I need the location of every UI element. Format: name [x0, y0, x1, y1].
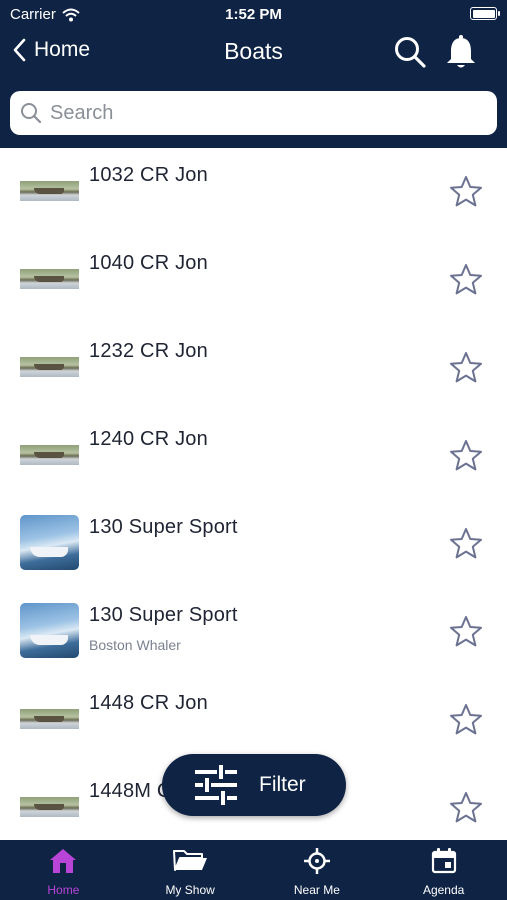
crosshair-icon — [303, 848, 330, 874]
sliders-icon — [195, 765, 237, 805]
favorite-star-icon[interactable] — [449, 263, 483, 297]
filter-button[interactable]: Filter — [162, 754, 346, 816]
search-input[interactable] — [50, 101, 470, 125]
boat-thumbnail — [20, 181, 79, 201]
tab-agenda[interactable]: Agenda — [380, 840, 507, 900]
boat-thumbnail — [20, 515, 79, 570]
boat-name: 1448M C — [89, 780, 172, 802]
list-item[interactable]: 1232 CR Jon — [0, 324, 507, 412]
home-icon — [50, 849, 77, 873]
chevron-left-icon — [13, 38, 26, 62]
clock: 1:52 PM — [225, 6, 282, 23]
calendar-icon — [431, 848, 456, 874]
favorite-star-icon[interactable] — [449, 439, 483, 473]
boat-name: 1040 CR Jon — [89, 252, 208, 274]
favorite-star-icon[interactable] — [449, 791, 483, 825]
back-label: Home — [34, 38, 91, 61]
favorite-star-icon[interactable] — [449, 351, 483, 385]
list-item[interactable]: 1040 CR Jon — [0, 236, 507, 324]
list-item[interactable]: 1032 CR Jon — [0, 148, 507, 236]
favorite-star-icon[interactable] — [449, 175, 483, 209]
tab-my-show[interactable]: My Show — [127, 840, 254, 900]
folder-icon — [173, 850, 208, 871]
boat-brand: Boston Whaler — [89, 637, 181, 653]
favorite-star-icon[interactable] — [449, 703, 483, 737]
boat-thumbnail — [20, 709, 79, 729]
boat-thumbnail — [20, 357, 79, 377]
boat-name: 1232 CR Jon — [89, 340, 208, 362]
boat-name: 130 Super Sport — [89, 604, 238, 626]
search-button[interactable] — [393, 35, 427, 74]
list-item[interactable]: 130 Super Sport — [0, 500, 507, 588]
favorite-star-icon[interactable] — [449, 527, 483, 561]
search-field[interactable] — [10, 91, 497, 135]
nav-bar: Home Boats — [0, 32, 507, 74]
status-bar: Carrier 1:52 PM — [0, 0, 507, 30]
tab-label: Agenda — [422, 883, 465, 897]
notifications-button[interactable] — [446, 35, 476, 76]
tab-home[interactable]: Home — [0, 840, 127, 900]
tab-bar: Home My Show Near Me Agenda — [0, 840, 507, 900]
filter-label: Filter — [259, 773, 306, 796]
search-icon — [395, 37, 426, 68]
boat-name: 1240 CR Jon — [89, 428, 208, 450]
header: Carrier 1:52 PM Home Boats — [0, 0, 507, 148]
list-item[interactable]: 130 Super Sport Boston Whaler — [0, 588, 507, 676]
battery-icon — [470, 7, 500, 20]
list-item[interactable]: 1240 CR Jon — [0, 412, 507, 500]
boat-name: 1032 CR Jon — [89, 164, 208, 186]
search-field-icon — [21, 103, 42, 124]
tab-label: Near Me — [293, 883, 340, 897]
boat-name: 1448 CR Jon — [89, 692, 208, 714]
tab-label: Home — [47, 883, 80, 897]
boat-list: 1032 CR Jon 1040 CR Jon 1232 CR Jon 1240… — [0, 148, 507, 840]
tab-near-me[interactable]: Near Me — [254, 840, 381, 900]
favorite-star-icon[interactable] — [449, 615, 483, 649]
boat-name: 130 Super Sport — [89, 516, 238, 538]
list-item[interactable]: 1448 CR Jon — [0, 676, 507, 764]
boat-thumbnail — [20, 269, 79, 289]
back-button[interactable]: Home — [12, 38, 90, 62]
bell-icon — [447, 35, 475, 68]
boat-thumbnail — [20, 603, 79, 658]
boat-thumbnail — [20, 445, 79, 465]
tab-label: My Show — [165, 883, 215, 897]
boat-thumbnail — [20, 797, 79, 817]
